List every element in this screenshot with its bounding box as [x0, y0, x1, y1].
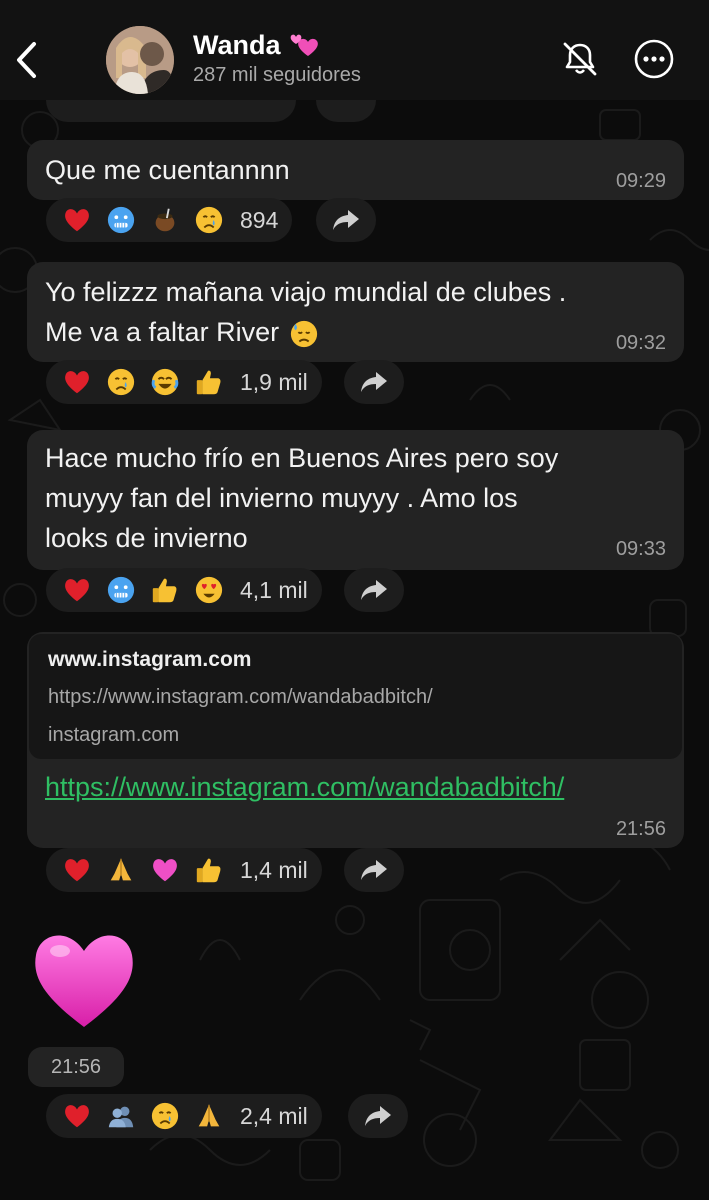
red-heart-icon [60, 365, 94, 399]
downcast-sweat-face-icon [287, 317, 321, 351]
more-horizontal-icon [634, 39, 674, 79]
chevron-left-icon [17, 42, 36, 78]
channel-name-text: Wanda [193, 30, 281, 60]
share-button[interactable] [316, 198, 376, 242]
message-time: 21:56 [28, 1047, 124, 1087]
red-heart-icon [60, 573, 94, 607]
mute-button[interactable] [557, 36, 603, 82]
link-preview-url: https://www.instagram.com/wandabadbitch/ [48, 686, 433, 708]
message-text: Yo felizzz mañana viajo mundial de clube… [45, 272, 566, 352]
reaction-bar[interactable]: 1,4 mil [46, 848, 322, 892]
message-bubble[interactable]: Yo felizzz mañana viajo mundial de clube… [27, 262, 684, 362]
thumbs-up-icon [148, 573, 182, 607]
message-time: 21:56 [615, 818, 666, 840]
reaction-bar[interactable]: 2,4 mil [46, 1094, 322, 1138]
share-arrow-icon [361, 372, 387, 392]
crying-face-icon [104, 365, 138, 399]
avatar-photo [106, 26, 174, 94]
crying-face-icon [192, 203, 226, 237]
message-list[interactable]: Que me cuentannnn 09:29 894 Yo felizzz m… [0, 0, 709, 1200]
channel-name[interactable]: Wanda [193, 30, 319, 61]
two-hearts-icon [290, 34, 318, 56]
message-link[interactable]: https://www.instagram.com/wandabadbitch/ [45, 772, 564, 803]
reaction-bar[interactable]: 4,1 mil [46, 568, 322, 612]
share-button[interactable] [344, 568, 404, 612]
bell-off-icon [563, 42, 597, 76]
cold-face-icon [104, 573, 138, 607]
share-arrow-icon [333, 210, 359, 230]
reaction-bar[interactable]: 1,9 mil [46, 360, 322, 404]
message-text: Hace mucho frío en Buenos Aires pero soy… [45, 443, 559, 553]
message-time: 09:29 [615, 170, 666, 192]
pink-heart-sticker[interactable] [30, 925, 138, 1030]
avatar[interactable] [106, 26, 174, 94]
reaction-count: 1,4 mil [240, 856, 308, 883]
share-button[interactable] [348, 1094, 408, 1138]
reaction-count: 2,4 mil [240, 1102, 308, 1129]
share-button[interactable] [344, 360, 404, 404]
share-arrow-icon [365, 1106, 391, 1126]
message-text: Que me cuentannnn [45, 155, 290, 185]
cold-face-icon [104, 203, 138, 237]
busts-in-silhouette-icon [104, 1099, 138, 1133]
pink-heart-icon [148, 853, 182, 887]
message-bubble[interactable]: Que me cuentannnn 09:29 [27, 140, 684, 200]
thumbs-up-icon [192, 853, 226, 887]
tears-of-joy-icon [148, 365, 182, 399]
share-arrow-icon [361, 580, 387, 600]
thumbs-up-icon [192, 365, 226, 399]
reaction-count: 4,1 mil [240, 576, 308, 603]
back-button[interactable] [8, 38, 44, 82]
red-heart-icon [60, 1099, 94, 1133]
share-arrow-icon [361, 860, 387, 880]
message-time: 09:32 [615, 332, 666, 354]
follower-count: 287 mil seguidores [193, 64, 361, 86]
red-heart-icon [60, 853, 94, 887]
channel-header: Wanda 287 mil seguidores [0, 0, 709, 100]
reaction-count: 894 [240, 206, 279, 233]
share-button[interactable] [344, 848, 404, 892]
link-preview-card[interactable]: www.instagram.com https://www.instagram.… [29, 634, 682, 759]
link-preview-title: www.instagram.com [48, 648, 252, 671]
reaction-bar[interactable]: 894 [46, 198, 293, 242]
link-preview-domain: instagram.com [48, 724, 180, 746]
message-time: 09:33 [615, 538, 666, 560]
more-options-button[interactable] [631, 36, 677, 82]
message-bubble[interactable]: Hace mucho frío en Buenos Aires pero soy… [27, 430, 684, 570]
reaction-count: 1,9 mil [240, 368, 308, 395]
folded-hands-icon [104, 853, 138, 887]
crying-face-icon [148, 1099, 182, 1133]
folded-hands-icon [192, 1099, 226, 1133]
heart-eyes-icon [192, 573, 226, 607]
red-heart-icon [60, 203, 94, 237]
mate-icon [148, 203, 182, 237]
